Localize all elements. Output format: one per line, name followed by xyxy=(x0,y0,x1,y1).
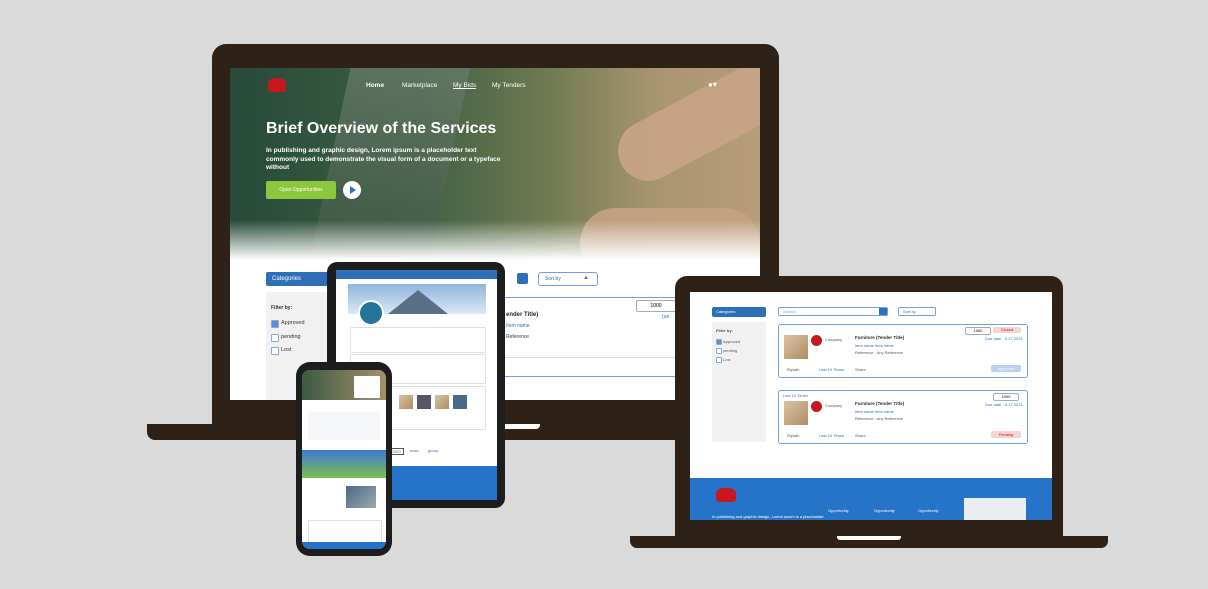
right-sort-by-dropdown[interactable]: Sort by xyxy=(898,307,936,316)
brand-logo-4: group xyxy=(428,448,439,453)
brand-logo-3: novo xyxy=(410,448,419,453)
right-filter-pending-label: pending xyxy=(723,348,738,353)
phone-footer xyxy=(302,542,386,549)
search-icon[interactable] xyxy=(879,308,887,315)
right-categories-dropdown[interactable]: Categories xyxy=(712,307,766,317)
right-filter-by-label: Filter by: xyxy=(716,328,733,333)
gallery-thumb xyxy=(417,395,431,409)
reference: Reference : Any Reference xyxy=(855,350,904,355)
right-filter-approved-label: Approved xyxy=(723,339,741,344)
filter-pending-label: pending xyxy=(281,334,301,340)
tender-card[interactable]: Last 10 Times Company Furniture (Tender … xyxy=(778,390,1028,444)
footer-col-2[interactable]: Opportunity xyxy=(874,508,895,513)
search-button-icon[interactable] xyxy=(517,273,528,284)
share-link[interactable]: Share xyxy=(855,367,866,372)
phone-about-image xyxy=(346,486,376,508)
hero-description: In publishing and graphic design, Lorem … xyxy=(266,147,501,171)
gallery-thumb xyxy=(399,395,413,409)
reference: Reference : Any Reference xyxy=(855,416,904,421)
right-filter-pending-checkbox[interactable] xyxy=(716,348,722,354)
bid-value-box: 1000 xyxy=(965,327,991,335)
right-filter-approved-checkbox[interactable] xyxy=(716,339,722,345)
nav-marketplace[interactable]: Marketplace xyxy=(402,82,437,89)
wordpress-logo-icon xyxy=(358,300,384,326)
bid-value-box: 1000 xyxy=(993,393,1019,401)
categories-dropdown[interactable]: Categories xyxy=(266,272,332,286)
filter-by-label: Filter by: xyxy=(271,305,293,311)
phone-services-section xyxy=(308,412,380,440)
filter-lost-checkbox[interactable] xyxy=(271,347,279,355)
sort-by-label: Sort by xyxy=(545,276,561,282)
tablet-navbar xyxy=(336,270,497,279)
phone-cards xyxy=(308,520,382,544)
footer-text: In publishing and graphic design, Lorem … xyxy=(712,514,824,519)
right-laptop-notch xyxy=(837,536,901,540)
hero-banner: Home Marketplace My Bids My Tenders ●▾ B… xyxy=(230,68,760,260)
tender-title: Furniture (Tender Title) xyxy=(855,335,905,340)
filter-approved-label: Approved xyxy=(281,320,305,326)
pending-button[interactable]: Pending xyxy=(991,431,1021,438)
due-date: Due date : 5-17-2021 xyxy=(985,336,1023,341)
phone-search-panel xyxy=(354,376,380,398)
right-footer: In publishing and graphic design, Lorem … xyxy=(690,478,1052,520)
tender-thumbnail xyxy=(784,401,808,425)
footer-col-3[interactable]: Opportunity xyxy=(918,508,939,513)
right-search-placeholder: Search xyxy=(783,309,796,314)
right-filter-lost-label: Lost xyxy=(723,357,731,362)
right-search-input[interactable]: Search xyxy=(778,307,888,316)
item-names: Item name Item name xyxy=(855,343,894,348)
categories-label: Categories xyxy=(272,276,302,282)
nav-home[interactable]: Home xyxy=(366,82,384,89)
footer-map[interactable] xyxy=(964,498,1026,520)
due-date: (ue xyxy=(662,314,670,320)
bids-count: Last 10 Times xyxy=(819,433,844,438)
filter-approved-checkbox[interactable] xyxy=(271,320,279,328)
bids-count: Last 10 Times xyxy=(819,367,844,372)
nav-my-tenders[interactable]: My Tenders xyxy=(492,82,525,89)
caret-up-icon: ▲ xyxy=(583,275,589,281)
location: Riyadh xyxy=(787,367,800,372)
due-date: Due date : 5-17-2021 xyxy=(985,402,1023,407)
right-sort-by-label: Sort by xyxy=(903,309,916,314)
company-name: Company xyxy=(825,337,843,342)
right-categories-label: Categories xyxy=(716,309,736,314)
company-logo xyxy=(811,401,822,412)
bids-count-top: Last 10 Times xyxy=(783,393,808,398)
gallery-thumb xyxy=(435,395,449,409)
company-name: Company xyxy=(825,403,843,408)
location: Riyadh xyxy=(787,433,800,438)
item-name: Item name xyxy=(506,323,530,329)
phone-cta-banner xyxy=(302,450,386,478)
gallery-thumb xyxy=(453,395,467,409)
open-opportunities-button[interactable]: Open Opportunities xyxy=(266,181,336,199)
filter-lost-label: Lost xyxy=(281,347,292,353)
tender-thumbnail xyxy=(784,335,808,359)
sort-by-dropdown[interactable]: Sort by ▲ xyxy=(538,272,598,286)
user-avatar-icon[interactable]: ●▾ xyxy=(708,80,717,89)
brand-logo[interactable] xyxy=(268,78,286,92)
bid-value-box: 1000 xyxy=(636,300,676,312)
company-logo xyxy=(811,335,822,346)
play-video-icon[interactable] xyxy=(343,181,361,199)
phone-screen xyxy=(302,370,386,549)
status-badge-closed: Closed xyxy=(993,327,1021,333)
share-link[interactable]: Share xyxy=(855,433,866,438)
hero-image-arm xyxy=(607,68,760,192)
item-names: Item name Item name xyxy=(855,409,894,414)
filter-pending-checkbox[interactable] xyxy=(271,334,279,342)
hero-fade xyxy=(230,220,760,260)
tender-card[interactable]: Company Furniture (Tender Title) Item na… xyxy=(778,324,1028,378)
tender-title: ender Title) xyxy=(506,312,539,318)
reference-label: Reference xyxy=(506,334,530,340)
hero-title: Brief Overview of the Services xyxy=(266,120,497,137)
footer-brand-logo xyxy=(716,488,736,502)
right-filter-lost-checkbox[interactable] xyxy=(716,357,722,363)
nav-my-bids[interactable]: My Bids xyxy=(453,82,476,89)
tablet-about-card xyxy=(350,327,486,353)
approved-button[interactable]: Approved xyxy=(991,365,1021,372)
footer-col-1[interactable]: Opportunity xyxy=(828,508,849,513)
phone-notch xyxy=(330,364,358,369)
mountain-shape xyxy=(388,290,448,314)
tender-title: Furniture (Tender Title) xyxy=(855,401,905,406)
